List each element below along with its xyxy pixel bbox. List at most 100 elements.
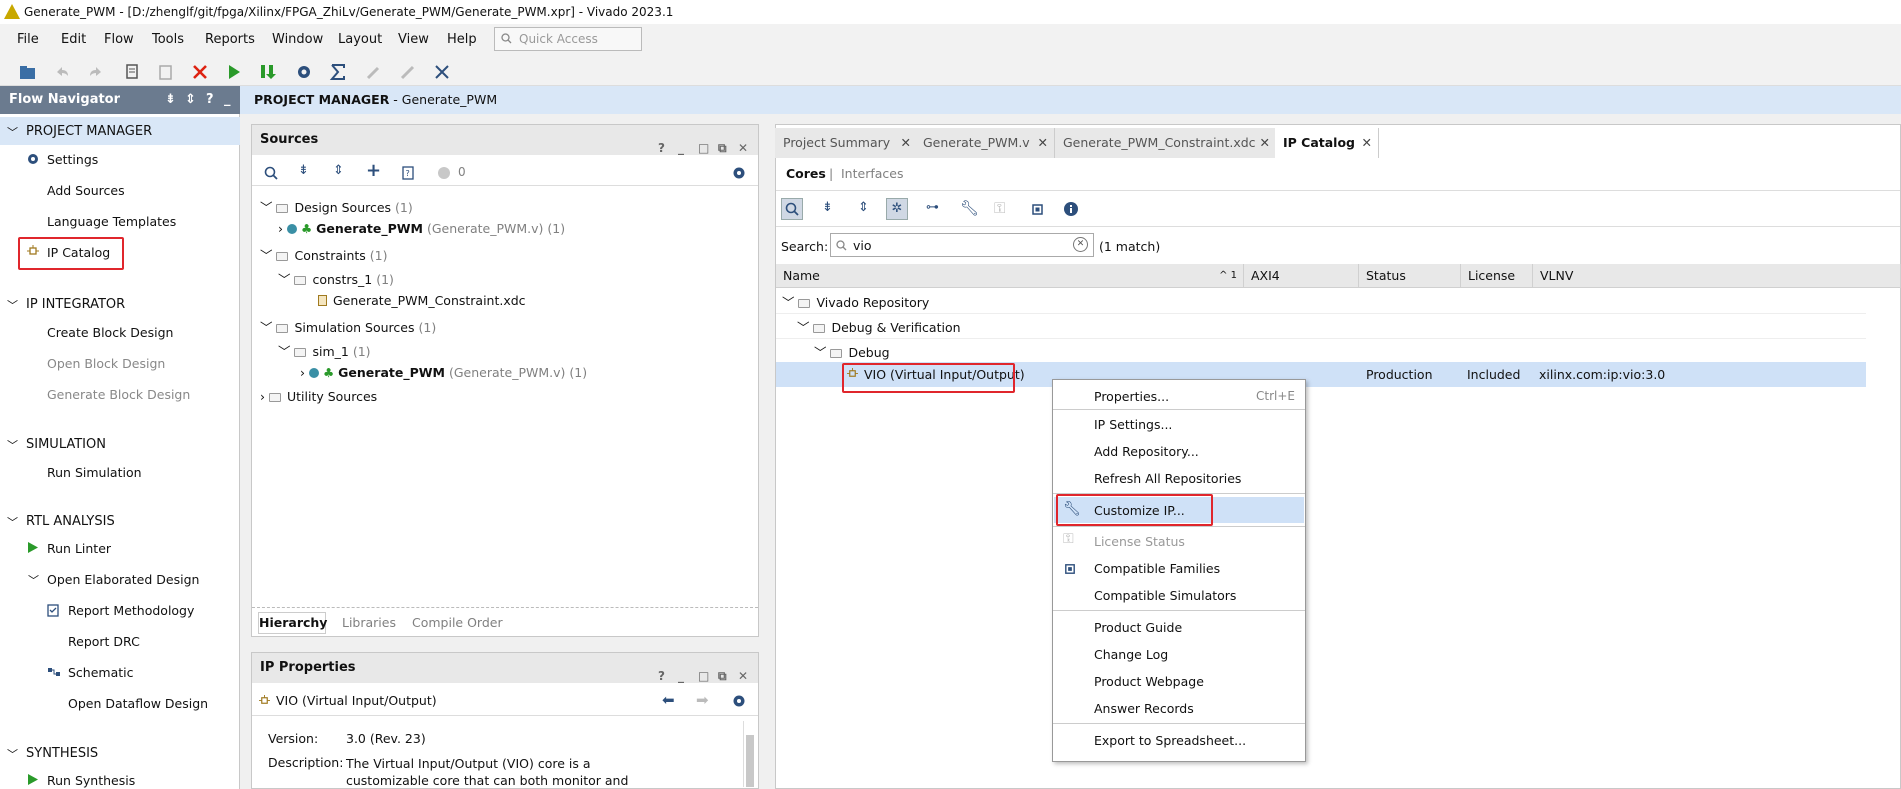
tab-project-summary[interactable]: Project Summary ✕ — [775, 128, 918, 158]
nav-open-dataflow-design[interactable]: Open Dataflow Design — [68, 696, 208, 711]
help-icon[interactable]: ? — [206, 86, 214, 114]
menu-add-repository[interactable]: Add Repository... — [1094, 444, 1199, 459]
column-name[interactable]: Name ^ 1 — [776, 264, 1244, 288]
menu-flow[interactable]: Flow — [104, 32, 134, 47]
menu-product-guide[interactable]: Product Guide — [1094, 620, 1182, 635]
menu-change-log[interactable]: Change Log — [1094, 647, 1168, 662]
tab-libraries[interactable]: Libraries — [342, 615, 396, 630]
menu-answer-records[interactable]: Answer Records — [1094, 701, 1194, 716]
collapse-all-icon[interactable]: ⇟ — [822, 200, 833, 215]
menu-product-webpage[interactable]: Product Webpage — [1094, 674, 1204, 689]
tab-constraint-xdc[interactable]: Generate_PWM_Constraint.xdc ✕ — [1055, 128, 1277, 158]
chip-icon[interactable] — [1030, 202, 1045, 217]
minimize-icon[interactable]: _ — [224, 86, 231, 114]
tree-sim-1[interactable]: ﹀ sim_1 (1) — [278, 341, 371, 360]
source-file-properties-icon[interactable]: ? — [402, 166, 414, 180]
arrow-right-icon[interactable]: ➡ — [696, 691, 709, 709]
section-rtl-analysis[interactable]: RTL ANALYSIS — [26, 514, 115, 529]
wrench-icon[interactable]: 🔧︎ — [960, 199, 979, 217]
help-icon[interactable]: ? — [658, 133, 665, 163]
search-icon[interactable] — [264, 166, 278, 180]
menu-file[interactable]: File — [17, 32, 39, 47]
nav-report-drc[interactable]: Report DRC — [68, 634, 140, 649]
tree-generate-pwm[interactable]: › ♣ Generate_PWM (Generate_PWM.v) (1) — [278, 221, 565, 236]
section-ip-integrator[interactable]: IP INTEGRATOR — [26, 297, 125, 312]
menu-reports[interactable]: Reports — [205, 32, 255, 47]
tree-utility-sources[interactable]: › Utility Sources — [260, 389, 377, 404]
chevron-down-icon[interactable]: ﹀ — [7, 514, 18, 530]
menu-edit[interactable]: Edit — [61, 32, 86, 47]
collapse-all-icon[interactable]: ⇟ — [298, 163, 309, 178]
tree-constrs-1[interactable]: ﹀ constrs_1 (1) — [278, 269, 394, 288]
debug-icon[interactable] — [432, 62, 452, 82]
nav-run-simulation[interactable]: Run Simulation — [47, 465, 142, 480]
nav-settings[interactable]: Settings — [47, 152, 98, 167]
copy-icon[interactable] — [122, 62, 142, 82]
close-icon[interactable]: ✕ — [901, 128, 911, 158]
chevron-down-icon[interactable]: ﹀ — [7, 746, 18, 762]
nav-add-sources[interactable]: Add Sources — [47, 183, 125, 198]
section-synthesis[interactable]: SYNTHESIS — [26, 746, 98, 761]
tree-sim-generate-pwm[interactable]: › ♣ Generate_PWM (Generate_PWM.v) (1) — [300, 365, 587, 380]
gear-icon[interactable] — [732, 166, 746, 180]
paste-icon[interactable] — [156, 62, 176, 82]
expand-all-icon[interactable]: ⇕ — [185, 86, 196, 114]
close-icon[interactable]: ✕ — [738, 133, 748, 163]
settings-gear-icon[interactable] — [294, 62, 314, 82]
nav-open-elaborated-design[interactable]: Open Elaborated Design — [47, 572, 199, 587]
nav-language-templates[interactable]: Language Templates — [47, 214, 176, 229]
chevron-down-icon[interactable]: ﹀ — [7, 124, 18, 140]
chevron-down-icon[interactable]: ﹀ — [7, 297, 18, 313]
minimize-icon[interactable]: _ — [678, 133, 684, 163]
close-icon[interactable]: ✕ — [1260, 128, 1270, 158]
delete-icon[interactable] — [190, 62, 210, 82]
nav-schematic[interactable]: Schematic — [68, 665, 134, 680]
menu-license-status[interactable]: License Status — [1094, 534, 1185, 549]
menu-view[interactable]: View — [398, 32, 429, 47]
gear-icon[interactable] — [732, 694, 746, 708]
expand-all-icon[interactable]: ⇕ — [858, 200, 869, 215]
float-icon[interactable]: ⧉ — [718, 661, 727, 691]
close-icon[interactable]: ✕ — [1038, 128, 1048, 158]
edit-disabled-icon[interactable] — [398, 62, 418, 82]
undo-icon[interactable] — [52, 62, 72, 82]
key-icon[interactable]: ⚿ — [994, 199, 1005, 217]
column-axi4[interactable]: AXI4 — [1244, 264, 1359, 288]
close-icon[interactable]: ✕ — [1362, 128, 1372, 158]
collapse-all-icon[interactable]: ⇟ — [165, 86, 176, 114]
subtab-cores[interactable]: Cores — [786, 166, 826, 181]
nav-run-synthesis[interactable]: Run Synthesis — [47, 773, 135, 788]
menu-window[interactable]: Window — [272, 32, 323, 47]
close-icon[interactable]: ✕ — [738, 661, 748, 691]
scrollbar-thumb[interactable] — [746, 735, 754, 787]
menu-export-to-spreadsheet[interactable]: Export to Spreadsheet... — [1094, 733, 1246, 748]
tree-debug[interactable]: ﹀ Debug — [814, 342, 890, 361]
menu-ip-settings[interactable]: IP Settings... — [1094, 417, 1172, 432]
column-license[interactable]: License — [1461, 264, 1533, 288]
tree-constraints[interactable]: ﹀ Constraints (1) — [260, 245, 388, 264]
hierarchy-view-icon[interactable]: ⊶ — [926, 200, 939, 215]
tree-vivado-repository[interactable]: ﹀ Vivado Repository — [782, 292, 929, 311]
open-project-icon[interactable] — [18, 62, 38, 82]
generate-bitstream-icon[interactable] — [258, 62, 278, 82]
menu-properties[interactable]: Properties... — [1094, 389, 1169, 404]
column-status[interactable]: Status — [1359, 264, 1461, 288]
scrollbar[interactable] — [743, 721, 755, 787]
maximize-icon[interactable]: □ — [698, 661, 709, 691]
nav-report-methodology[interactable]: Report Methodology — [68, 603, 194, 618]
chevron-down-icon[interactable]: ﹀ — [28, 572, 39, 588]
section-project-manager[interactable]: PROJECT MANAGER — [26, 124, 152, 139]
arrow-left-icon[interactable]: ⬅ — [662, 691, 675, 709]
search-toggle-button[interactable] — [781, 198, 803, 220]
menu-help[interactable]: Help — [447, 32, 477, 47]
nav-create-block-design[interactable]: Create Block Design — [47, 325, 173, 340]
chevron-down-icon[interactable]: ﹀ — [7, 437, 18, 453]
float-icon[interactable]: ⧉ — [718, 133, 727, 163]
nav-open-block-design[interactable]: Open Block Design — [47, 356, 165, 371]
expand-all-icon[interactable]: ⇕ — [333, 163, 344, 178]
tree-simulation-sources[interactable]: ﹀ Simulation Sources (1) — [260, 317, 436, 336]
tab-generate-pwm-v[interactable]: Generate_PWM.v ✕ — [915, 128, 1055, 158]
tab-hierarchy[interactable]: Hierarchy — [258, 612, 327, 634]
nav-run-linter[interactable]: Run Linter — [47, 541, 111, 556]
menu-layout[interactable]: Layout — [338, 32, 382, 47]
